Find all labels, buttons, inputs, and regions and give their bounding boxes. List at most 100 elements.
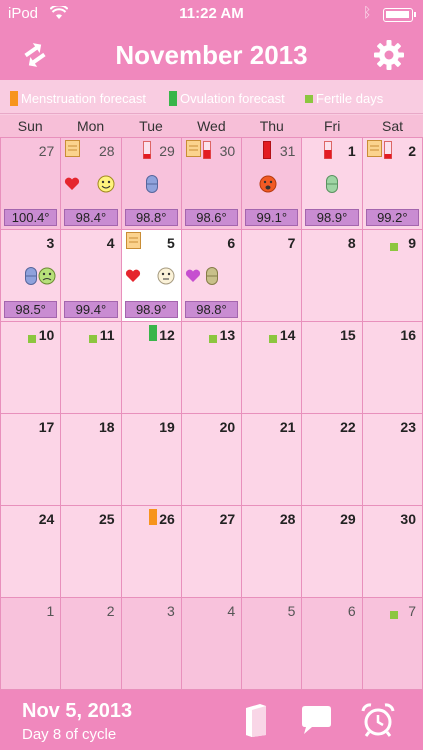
calendar-day-cell[interactable]: 27 100.4° (1, 138, 61, 229)
temperature-badge: 98.8° (184, 301, 239, 318)
calendar-day-cell[interactable]: 29 (302, 506, 362, 597)
day-number: 6 (347, 603, 356, 619)
calendar-day-cell[interactable]: 12 (121, 322, 181, 413)
day-number: 7 (408, 603, 416, 619)
calendar-day-cell[interactable]: 5 98.9° (121, 230, 181, 321)
cycle-day-label: Day 8 of cycle (22, 726, 117, 743)
temperature-badge: 98.9° (305, 209, 359, 226)
calendar-day-cell[interactable]: 16 (362, 322, 422, 413)
day-number: 23 (400, 419, 416, 435)
day-number: 1 (347, 143, 356, 159)
flow-light-icon (383, 141, 392, 164)
calendar-day-cell[interactable]: 2 (61, 598, 121, 689)
calendar-day-cell[interactable]: 31 99.1° (242, 138, 302, 229)
legend-label: Menstruation forecast (21, 91, 147, 106)
day-number: 2 (106, 603, 115, 619)
temperature-badge: 100.4° (4, 209, 58, 226)
weekday-label: Wed (197, 118, 226, 134)
orange-bar-icon (10, 91, 18, 106)
calendar-day-cell[interactable]: 13 (181, 322, 242, 413)
day-number: 4 (106, 235, 115, 251)
day-number: 1 (46, 603, 55, 619)
calendar-day-cell[interactable]: 11 (61, 322, 121, 413)
fertile-day-icon (389, 238, 398, 256)
note-icon (125, 232, 141, 254)
calendar-day-cell[interactable]: 8 (302, 230, 362, 321)
day-number: 10 (38, 327, 55, 343)
day-number: 25 (98, 511, 115, 527)
pill-icon (205, 267, 218, 290)
day-number: 30 (400, 511, 416, 527)
day-number: 5 (287, 603, 296, 619)
calendar-day-cell[interactable]: 29 98.8° (121, 138, 181, 229)
calendar-day-cell[interactable]: 20 (181, 414, 242, 505)
calendar-day-cell[interactable]: 26 (121, 506, 181, 597)
note-icon (185, 140, 201, 162)
calendar-day-cell[interactable]: 3 98.5° (1, 230, 61, 321)
calendar-day-cell[interactable]: 25 (61, 506, 121, 597)
chat-bubble-icon[interactable] (298, 702, 334, 738)
calendar-day-cell[interactable]: 5 (242, 598, 302, 689)
calendar-grid: 27 100.4° 28 98.4° 29 98.8° 30 98.6° 31 99.1° 1 98.… (0, 137, 423, 690)
calendar-day-cell[interactable]: 22 (302, 414, 362, 505)
calendar-day-cell[interactable]: 28 (242, 506, 302, 597)
day-number: 3 (46, 235, 55, 251)
fertile-day-icon (269, 330, 278, 348)
fertile-day-icon (28, 330, 37, 348)
day-number: 30 (219, 143, 236, 159)
day-number: 22 (340, 419, 356, 435)
day-number: 29 (340, 511, 356, 527)
weekday-label: Thu (259, 118, 284, 134)
day-number: 4 (227, 603, 236, 619)
calendar-day-cell[interactable]: 14 (242, 322, 302, 413)
day-number: 16 (400, 327, 416, 343)
smiley-happy-icon (97, 175, 115, 198)
weekday-label: Mon (76, 118, 105, 134)
calendar-day-cell[interactable]: 21 (242, 414, 302, 505)
day-number: 21 (279, 419, 296, 435)
calendar-day-cell[interactable]: 10 (1, 322, 61, 413)
calendar-day-cell[interactable]: 7 (242, 230, 302, 321)
calendar-day-cell[interactable]: 18 (61, 414, 121, 505)
calendar-day-cell[interactable]: 15 (302, 322, 362, 413)
day-number: 27 (38, 143, 55, 159)
status-bar: iPod 11:22 AM ᛒ (0, 0, 423, 30)
smiley-sad-icon (38, 267, 56, 290)
calendar-day-cell[interactable]: 1 (1, 598, 61, 689)
calendar-day-cell[interactable]: 27 (181, 506, 242, 597)
clock: 11:22 AM (179, 5, 244, 22)
calendar-day-cell[interactable]: 3 (121, 598, 181, 689)
calendar-day-cell[interactable]: 30 98.6° (181, 138, 242, 229)
flow-light-icon (142, 141, 151, 164)
calendar-day-cell[interactable]: 28 98.4° (61, 138, 121, 229)
calendar-day-cell[interactable]: 7 (362, 598, 422, 689)
book-icon[interactable] (238, 702, 274, 738)
weekday-label: Fri (323, 118, 341, 134)
temperature-badge: 98.9° (124, 301, 178, 318)
calendar-day-cell[interactable]: 6 (302, 598, 362, 689)
calendar-day-cell[interactable]: 19 (121, 414, 181, 505)
calendar-day-cell[interactable]: 24 (1, 506, 61, 597)
calendar-day-cell[interactable]: 4 99.4° (61, 230, 121, 321)
calendar-day-cell[interactable]: 4 (181, 598, 242, 689)
calendar-day-cell[interactable]: 2 99.2° (362, 138, 422, 229)
legend: Menstruation forecast Ovulation forecast… (0, 82, 423, 114)
calendar-day-cell[interactable]: 17 (1, 414, 61, 505)
temperature-badge: 98.8° (124, 209, 178, 226)
gear-icon[interactable] (372, 38, 406, 72)
pill-icon (145, 175, 158, 198)
calendar-day-cell[interactable]: 1 98.9° (302, 138, 362, 229)
calendar-day-cell[interactable]: 6 98.8° (181, 230, 242, 321)
pill-icon (326, 175, 339, 198)
calendar-day-cell[interactable]: 23 (362, 414, 422, 505)
calendar-day-cell[interactable]: 30 (362, 506, 422, 597)
heart-icon (64, 177, 80, 196)
temperature-badge: 98.5° (4, 301, 58, 318)
weekday-label: Sat (382, 118, 404, 134)
footer-bar: Nov 5, 2013 Day 8 of cycle (0, 690, 423, 750)
day-number: 12 (159, 327, 175, 343)
nav-bar: November 2013 (0, 30, 423, 80)
fertile-day-icon (389, 606, 398, 624)
alarm-clock-icon[interactable] (360, 702, 396, 738)
calendar-day-cell[interactable]: 9 (362, 230, 422, 321)
